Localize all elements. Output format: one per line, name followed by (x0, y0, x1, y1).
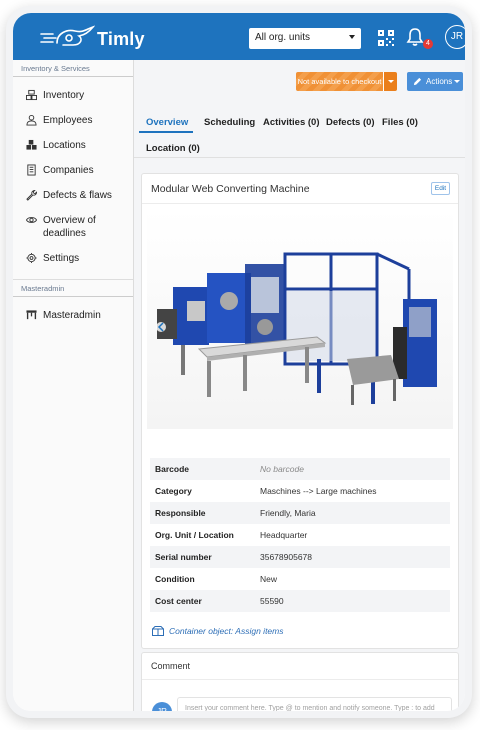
property-value: Friendly, Maria (260, 508, 316, 518)
property-key: Category (155, 486, 192, 496)
property-value: Headquarter (260, 530, 308, 540)
table-row: Org. Unit / Location Headquarter (150, 524, 450, 546)
device-frame: Timly All org. units 4 JR Inventory & Se… (6, 6, 472, 718)
property-value: 35678905678 (260, 552, 313, 562)
top-bar: Timly All org. units 4 JR (13, 13, 465, 60)
sidebar-item-employees[interactable]: Employees (13, 114, 133, 127)
property-key: Barcode (155, 464, 190, 474)
cubes-icon (26, 139, 37, 150)
eye-icon (26, 217, 37, 223)
property-key: Serial number (155, 552, 212, 562)
tab-overview[interactable]: Overview (146, 117, 188, 128)
property-value: Maschines --> Large machines (260, 486, 377, 496)
org-unit-select-value: All org. units (255, 32, 311, 43)
table-icon (26, 310, 37, 320)
comment-title: Comment (151, 661, 191, 671)
person-icon (26, 114, 37, 126)
checkout-dropdown-toggle[interactable] (383, 72, 397, 91)
chevron-down-icon (349, 35, 355, 39)
comment-card: Comment JR Insert your comment here. Typ… (141, 652, 459, 711)
sidebar-item-label: Companies (43, 165, 94, 176)
sidebar-item-label: Employees (43, 115, 93, 126)
property-value: No barcode (260, 464, 304, 474)
sidebar-item-companies[interactable]: Companies (13, 164, 133, 177)
sidebar-item-label: Inventory (43, 90, 85, 101)
item-title: Modular Web Converting Machine (151, 183, 310, 195)
property-key: Condition (155, 574, 195, 584)
tabs-divider (134, 157, 465, 158)
table-row: Barcode No barcode (150, 458, 450, 480)
property-value: 55590 (260, 596, 284, 606)
user-avatar[interactable]: JR (445, 25, 465, 49)
notification-count-badge: 4 (423, 39, 433, 49)
table-row: Cost center 55590 (150, 590, 450, 612)
sidebar: Inventory & Services Inventory Employees… (13, 60, 134, 711)
sidebar-section-masteradmin: Masteradmin (13, 279, 133, 297)
sidebar-section-inventory: Inventory & Services (13, 60, 133, 77)
sidebar-item-deadlines[interactable]: Overview of deadlines (13, 214, 133, 240)
actions-button-label: Actions (426, 77, 453, 86)
logo-text: Timly (97, 29, 145, 49)
timly-logo-icon (40, 25, 96, 46)
timly-logo[interactable]: Timly (39, 23, 144, 51)
chevron-down-icon (388, 80, 394, 83)
action-row: Not available to checkout Actions (134, 60, 465, 92)
assign-items-link-label: Container object: Assign items (169, 626, 284, 636)
comment-divider (142, 679, 458, 680)
comment-input[interactable]: Insert your comment here. Type @ to ment… (177, 697, 452, 711)
wrench-icon (26, 189, 37, 201)
active-tab-indicator (139, 131, 193, 133)
org-unit-select[interactable]: All org. units (249, 28, 361, 49)
edit-button[interactable]: Edit (431, 182, 450, 195)
main-content: Not available to checkout Actions Overvi… (134, 60, 465, 711)
tab-activities[interactable]: Activities (0) (263, 117, 320, 128)
item-detail-card: Modular Web Converting Machine Edit Barc… (141, 173, 459, 649)
checkout-button-label: Not available to checkout (296, 72, 383, 91)
comment-avatar: JR (152, 702, 172, 711)
table-row: Category Maschines --> Large machines (150, 480, 450, 502)
sidebar-item-defects[interactable]: Defects & flaws (13, 189, 133, 202)
pencil-icon (413, 77, 422, 86)
assign-items-link[interactable]: Container object: Assign items (152, 626, 284, 636)
table-row: Serial number 35678905678 (150, 546, 450, 568)
building-icon (27, 164, 36, 176)
property-key: Cost center (155, 596, 202, 606)
table-row: Condition New (150, 568, 450, 590)
container-icon (152, 626, 164, 636)
tab-defects[interactable]: Defects (0) (326, 117, 375, 128)
tab-location[interactable]: Location (0) (146, 143, 200, 154)
actions-button[interactable]: Actions (407, 72, 463, 91)
property-key: Responsible (155, 508, 206, 518)
properties-table: Barcode No barcode Category Maschines --> … (150, 458, 450, 612)
card-divider (142, 203, 458, 204)
qr-code-icon (378, 30, 394, 46)
sidebar-item-label: Defects & flaws (43, 190, 112, 201)
tab-files[interactable]: Files (0) (382, 117, 418, 128)
tab-scheduling[interactable]: Scheduling (204, 117, 255, 128)
sidebar-item-locations[interactable]: Locations (13, 139, 133, 152)
checkout-split-button[interactable]: Not available to checkout (296, 72, 397, 91)
property-key: Org. Unit / Location (155, 530, 234, 540)
sidebar-item-label: Settings (43, 253, 80, 264)
bell-icon (406, 28, 424, 46)
sidebar-item-label: Locations (43, 140, 86, 151)
sidebar-item-inventory[interactable]: Inventory (13, 89, 133, 102)
sidebar-item-settings[interactable]: Settings (13, 252, 133, 265)
machine-image (147, 209, 453, 429)
property-value: New (260, 574, 278, 584)
boxes-icon (26, 89, 37, 101)
qr-scan-button[interactable] (377, 29, 395, 47)
table-row: Responsible Friendly, Maria (150, 502, 450, 524)
sidebar-item-masteradmin[interactable]: Masteradmin (13, 309, 133, 322)
sidebar-item-label: Overview of deadlines (43, 215, 96, 239)
sidebar-item-label: Masteradmin (43, 310, 101, 321)
gear-icon (26, 252, 37, 264)
chevron-down-icon (454, 80, 460, 83)
app-screen: Timly All org. units 4 JR Inventory & Se… (13, 13, 465, 711)
